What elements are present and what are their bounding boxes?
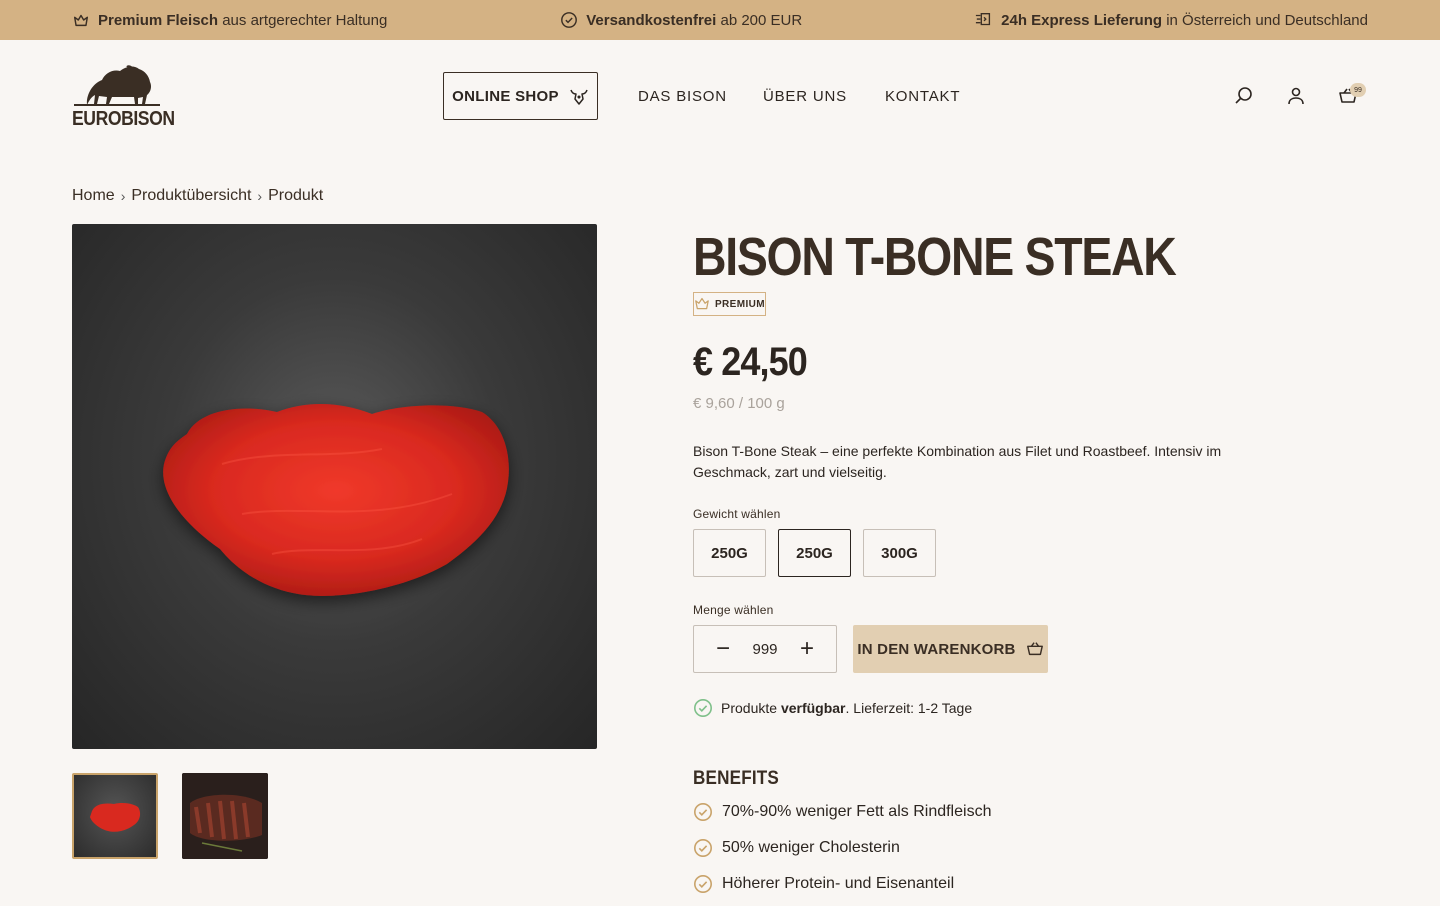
express-delivery-icon xyxy=(976,13,991,26)
announcement-premium-bold: Premium Fleisch xyxy=(98,11,219,29)
cart-count-badge: 99 xyxy=(1350,83,1366,97)
benefit-text: Höherer Protein- und Eisenanteil xyxy=(722,875,955,892)
weight-option-1[interactable]: 250G xyxy=(693,529,766,577)
thumbnail-1[interactable] xyxy=(72,773,158,859)
breadcrumb-home[interactable]: Home xyxy=(72,187,115,205)
availability-suffix: . Lieferzeit: 1-2 Tage xyxy=(845,700,973,716)
weight-option-3[interactable]: 300G xyxy=(863,529,936,577)
thumbnail-steak-image xyxy=(90,803,141,832)
crown-icon xyxy=(695,297,709,310)
availability-prefix: Produkte xyxy=(721,700,781,716)
benefit-text: 70%-90% weniger Fett als Rindfleisch xyxy=(722,803,992,820)
check-circle-icon xyxy=(561,12,578,28)
thumbnail-roast-image xyxy=(182,773,268,859)
announcement-shipping-bold: Versandkostenfrei xyxy=(586,11,717,29)
online-shop-button[interactable]: ONLINE SHOP xyxy=(443,72,598,120)
announcement-premium: Premium Fleisch aus artgerechter Haltung xyxy=(72,11,387,29)
check-circle-icon xyxy=(694,803,712,821)
weight-option-2[interactable]: 250G xyxy=(778,529,851,577)
announcement-shipping-text: ab 200 EUR xyxy=(716,11,803,29)
online-shop-label: ONLINE SHOP xyxy=(452,87,559,105)
nav-ueber-uns[interactable]: ÜBER UNS xyxy=(763,88,847,105)
chevron-right-icon: › xyxy=(120,188,126,204)
unit-price: € 9,60 / 100 g xyxy=(693,395,785,412)
nav-das-bison[interactable]: DAS BISON xyxy=(638,88,727,105)
bison-head-icon xyxy=(570,89,588,105)
quantity-stepper: − 999 + xyxy=(693,625,837,673)
premium-badge-label: PREMIUM xyxy=(714,298,765,310)
cart-icon xyxy=(1026,642,1043,656)
crown-icon xyxy=(73,14,89,27)
quantity-value[interactable]: 999 xyxy=(752,641,777,658)
announcement-express-bold: 24h Express Lieferung xyxy=(1001,11,1163,29)
quantity-decrease-button[interactable]: − xyxy=(712,637,734,661)
announcement-express: 24h Express Lieferung in Österreich und … xyxy=(975,11,1368,29)
benefits-title: BENEFITS xyxy=(693,768,780,789)
announcement-bar: Premium Fleisch aus artgerechter Haltung… xyxy=(0,0,1440,40)
benefit-item: 70%-90% weniger Fett als Rindfleisch xyxy=(693,802,991,822)
announcement-express-text: in Österreich und Deutschland xyxy=(1162,11,1368,29)
product-price: € 24,50 xyxy=(693,340,808,384)
premium-badge: PREMIUM xyxy=(693,292,766,316)
benefit-text: 50% weniger Cholesterin xyxy=(722,839,900,856)
check-circle-icon xyxy=(694,839,712,857)
search-icon[interactable] xyxy=(1234,86,1254,106)
nav-kontakt[interactable]: KONTAKT xyxy=(885,88,960,105)
add-to-cart-button[interactable]: IN DEN WARENKORB xyxy=(853,625,1048,673)
user-icon[interactable] xyxy=(1286,86,1306,106)
steak-image xyxy=(163,403,509,596)
breadcrumb-current: Produkt xyxy=(268,187,324,204)
check-circle-icon xyxy=(694,875,712,893)
quantity-label: Menge wählen xyxy=(693,603,774,617)
logo-wordmark[interactable]: EUROBISON xyxy=(72,108,175,131)
product-description: Bison T-Bone Steak – eine perfekte Kombi… xyxy=(693,443,1222,480)
check-circle-icon xyxy=(694,699,712,717)
announcement-shipping: Versandkostenfrei ab 200 EUR xyxy=(560,11,802,29)
weight-label: Gewicht wählen xyxy=(693,507,781,521)
availability-status: Produkte verfügbar. Lieferzeit: 1-2 Tage xyxy=(693,698,972,718)
announcement-premium-text: aus artgerechter Haltung xyxy=(218,11,388,29)
benefit-item: 50% weniger Cholesterin xyxy=(693,838,900,858)
add-to-cart-label: IN DEN WARENKORB xyxy=(857,640,1016,658)
chevron-right-icon: › xyxy=(257,188,263,204)
breadcrumb-produktuebersicht[interactable]: Produktübersicht xyxy=(131,187,251,205)
product-main-image[interactable] xyxy=(72,224,597,749)
product-title: BISON T-BONE STEAK xyxy=(693,227,1177,287)
quantity-increase-button[interactable]: + xyxy=(796,637,818,661)
benefit-item: Höherer Protein- und Eisenanteil xyxy=(693,874,954,894)
thumbnail-2[interactable] xyxy=(182,773,268,859)
breadcrumb: Home › Produktübersicht › Produkt xyxy=(72,187,323,205)
availability-bold: verfügbar xyxy=(780,700,846,716)
